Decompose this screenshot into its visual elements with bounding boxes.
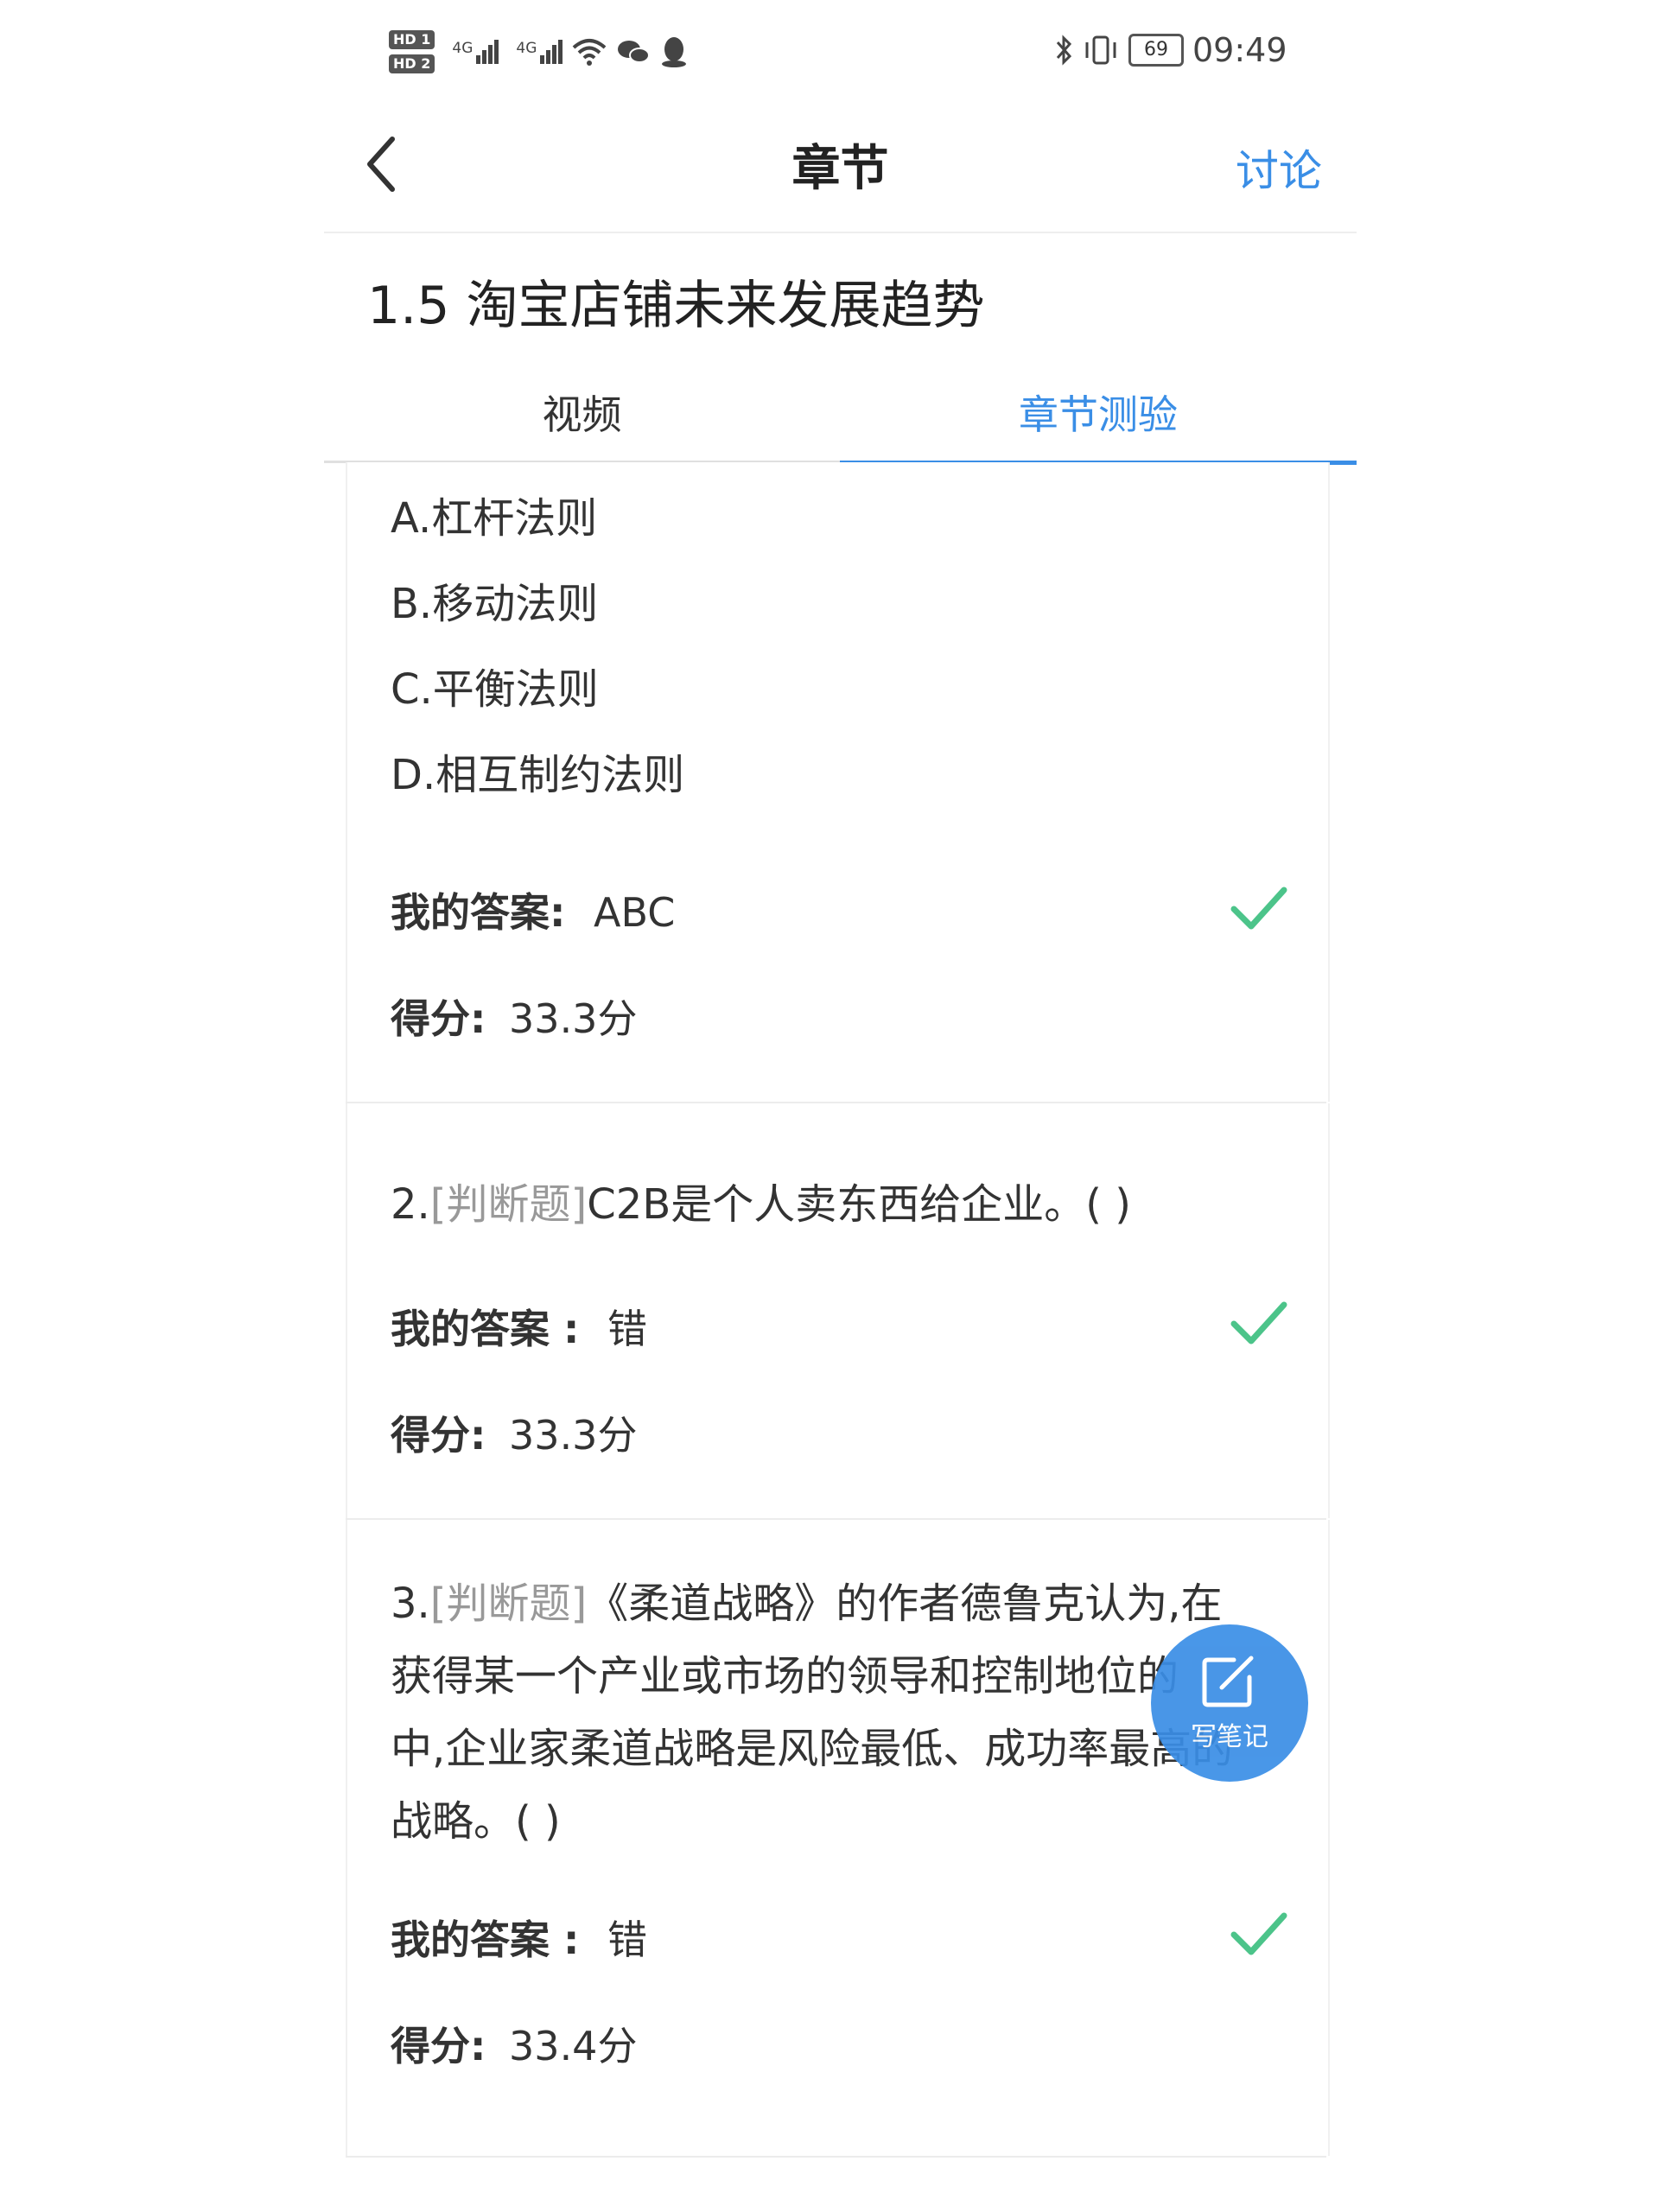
tab-bar: 视频 章节测验 xyxy=(324,363,1357,465)
my-answer-label: 我的答案 : xyxy=(391,1306,580,1352)
question-text: 2.[判断题]C2B是个人卖东西给企业。( ) xyxy=(391,1168,1281,1241)
discuss-button[interactable]: 讨论 xyxy=(1236,137,1322,199)
option-b: B.移动法则 xyxy=(391,580,599,628)
score-row: 得分: 33.3分 xyxy=(391,988,637,1045)
option-c: C.平衡法则 xyxy=(391,665,599,714)
score-row: 得分: 33.3分 xyxy=(391,1404,637,1461)
tab-video[interactable]: 视频 xyxy=(324,363,840,463)
correct-check-icon xyxy=(1230,1301,1287,1344)
page-title: 章节 xyxy=(791,141,889,197)
my-answer-label: 我的答案: xyxy=(391,889,566,936)
signal2-icon: 4G xyxy=(516,40,563,64)
status-bar-right: 69 09:49 xyxy=(1054,31,1287,69)
card-divider xyxy=(346,2156,1326,2158)
question-type: [判断题] xyxy=(429,1580,588,1628)
tab-chapter-quiz[interactable]: 章节测验 xyxy=(840,363,1357,465)
score-value: 33.4分 xyxy=(509,2023,638,2069)
signal1-icon: 4G xyxy=(452,40,499,64)
qq-icon xyxy=(662,37,687,67)
bluetooth-icon xyxy=(1056,35,1072,66)
question-body-line4: 战略。( ) xyxy=(391,1797,561,1846)
option-d: D.相互制约法则 xyxy=(391,751,685,799)
question-body-line3: 中,企业家柔道战略是风险最低、成功率最高的 xyxy=(391,1725,1234,1773)
my-answer-value: 错 xyxy=(607,1916,648,1963)
sim-indicators: HD 1 HD 2 xyxy=(389,30,435,73)
score-value: 33.3分 xyxy=(509,1412,638,1459)
question-card-1: A.杠杆法则 B.移动法则 C.平衡法则 D.相互制约法则 我的答案: ABC … xyxy=(346,462,1330,1102)
option-a: A.杠杆法则 xyxy=(391,494,598,543)
my-answer-label: 我的答案 : xyxy=(391,1916,580,1963)
question-text: 3.[判断题]《柔道战略》的作者德鲁克认为,在 获得某一个产业或市场的领导和控制… xyxy=(391,1567,1281,1858)
score-label: 得分: xyxy=(391,2023,486,2069)
wechat-icon xyxy=(618,41,651,63)
question-body: C2B是个人卖东西给企业。( ) xyxy=(587,1180,1131,1229)
clock: 09:49 xyxy=(1192,31,1287,69)
score-value: 33.3分 xyxy=(509,995,638,1042)
my-answer-row: 我的答案: ABC xyxy=(391,881,675,938)
question-body-line1: 《柔道战略》的作者德鲁克认为,在 xyxy=(587,1580,1223,1628)
question-card-2: 2.[判断题]C2B是个人卖东西给企业。( ) 我的答案 : 错 得分: 33.… xyxy=(346,1103,1330,1518)
vibrate-icon xyxy=(1085,35,1116,65)
wifi-icon xyxy=(573,39,607,66)
hd2-badge: HD 2 xyxy=(389,54,435,73)
question-number: 3. xyxy=(391,1580,430,1628)
status-bar-left: HD 1 HD 2 4G 4G xyxy=(389,26,689,78)
question-card-3: 3.[判断题]《柔道战略》的作者德鲁克认为,在 获得某一个产业或市场的领导和控制… xyxy=(346,1520,1330,2156)
score-label: 得分: xyxy=(391,1412,486,1459)
my-answer-value: 错 xyxy=(607,1306,648,1352)
edit-icon xyxy=(1202,1656,1254,1707)
my-answer-row: 我的答案 : 错 xyxy=(391,1298,647,1355)
battery-indicator: 69 xyxy=(1128,34,1184,67)
hd1-badge: HD 1 xyxy=(389,30,435,49)
my-answer-row: 我的答案 : 错 xyxy=(391,1909,647,1966)
question-body-line2: 获得某一个产业或市场的领导和控制地位的 xyxy=(391,1652,1179,1700)
correct-check-icon xyxy=(1230,887,1287,930)
score-row: 得分: 33.4分 xyxy=(391,2015,637,2072)
header-divider xyxy=(324,232,1357,233)
score-label: 得分: xyxy=(391,995,486,1042)
write-note-label: 写笔记 xyxy=(1191,1722,1268,1752)
chapter-title: 1.5 淘宝店铺未来发展趋势 xyxy=(367,276,985,336)
question-number: 2. xyxy=(391,1180,430,1229)
my-answer-value: ABC xyxy=(594,889,676,936)
write-note-button[interactable]: 写笔记 xyxy=(1151,1624,1308,1782)
correct-check-icon xyxy=(1230,1912,1287,1955)
question-type: [判断题] xyxy=(429,1180,588,1229)
